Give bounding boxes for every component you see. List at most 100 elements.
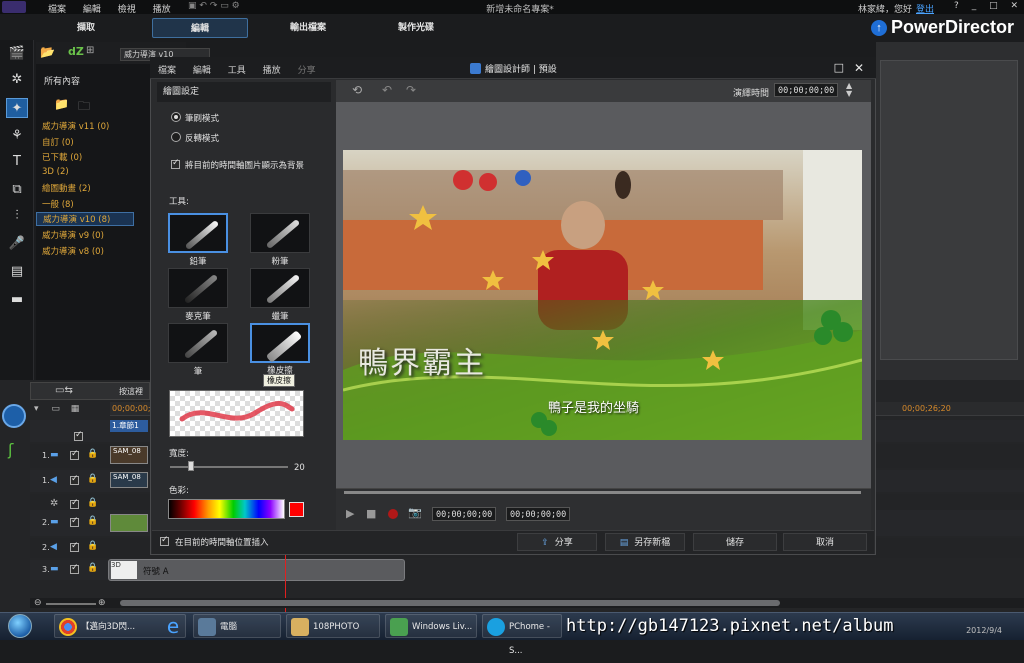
zoom-out-icon[interactable]: ⊖ <box>34 598 42 608</box>
drawing-clip[interactable]: 3D 符號 A <box>108 559 405 581</box>
dialog-menu-play[interactable]: 播放 <box>263 66 281 76</box>
track-settings-icon[interactable]: ▾ <box>34 404 39 414</box>
brush-mode-radio[interactable] <box>171 112 181 122</box>
library-item[interactable]: 威力導演 v11 (0) <box>42 120 109 132</box>
fx-tools-icon[interactable]: ʃ <box>8 440 13 459</box>
dialog-menu-edit[interactable]: 編輯 <box>193 66 211 76</box>
dialog-close-button[interactable]: ✕ <box>854 61 864 75</box>
library-item[interactable]: 已下載 (0) <box>42 151 82 163</box>
ie-icon[interactable]: e <box>158 614 188 638</box>
new-folder-icon[interactable]: 📁 <box>54 97 69 111</box>
library-item[interactable]: 繪圖動畫 (2) <box>42 182 91 194</box>
timeline-scroll-thumb[interactable] <box>120 600 780 606</box>
share-button[interactable]: ⇪ 分享 <box>517 533 597 551</box>
duration-input[interactable]: 00;00;00;00 <box>774 83 839 97</box>
help-button[interactable]: ? <box>954 1 959 11</box>
start-button[interactable] <box>2 612 38 640</box>
video-clip-thumbnail[interactable] <box>110 514 148 532</box>
redo-icon[interactable]: ↷ <box>406 83 416 97</box>
delete-folder-icon[interactable]: 🗀 <box>78 97 90 118</box>
canvas-photo[interactable]: 鴨界霸主 鴨子是我的坐騎 <box>343 150 862 440</box>
chapter-room-icon[interactable]: ▤ <box>6 262 28 282</box>
invert-mode-radio[interactable] <box>171 132 181 142</box>
video-clip[interactable]: SAM_08 <box>110 446 148 464</box>
taskbar-item-computer[interactable]: 電腦 <box>193 614 281 638</box>
close-button[interactable]: ✕ <box>1010 1 1018 11</box>
transition-room-icon[interactable]: ⧉ <box>6 180 28 200</box>
track-enable-checkbox[interactable] <box>74 430 83 441</box>
lock-icon[interactable]: 🔒 <box>87 541 98 551</box>
library-item[interactable]: 威力導演 v9 (0) <box>42 229 104 241</box>
track-enable-checkbox[interactable] <box>70 516 79 527</box>
maximize-button[interactable]: □ <box>989 1 998 11</box>
chapter-marker[interactable]: 1.章節1 <box>110 420 148 432</box>
title-room-icon[interactable]: T <box>6 152 28 172</box>
lock-icon[interactable]: 🔒 <box>87 498 98 508</box>
reset-icon[interactable]: ⟲ <box>352 83 362 97</box>
cancel-button[interactable]: 取消 <box>783 533 867 551</box>
library-item-selected[interactable]: 威力導演 v10 (8) <box>36 212 134 226</box>
dialog-menu-file[interactable]: 檔案 <box>158 66 176 76</box>
logout-link[interactable]: 登出 <box>916 5 934 15</box>
gear-icon[interactable]: ⚙ <box>232 1 240 11</box>
record-icon[interactable] <box>388 509 398 519</box>
audio-clip[interactable]: SAM_08 <box>110 472 148 488</box>
menu-file[interactable]: 檔案 <box>48 5 66 15</box>
lock-icon[interactable]: 🔒 <box>87 563 98 573</box>
grid-view-icon[interactable]: ⊞ <box>86 45 94 56</box>
undo-icon[interactable]: ↶ <box>382 83 392 97</box>
track-enable-checkbox[interactable] <box>70 541 79 552</box>
library-item[interactable]: 一般 (8) <box>42 198 74 210</box>
aspect-icon[interactable]: ▭ <box>220 1 229 11</box>
redo-icon[interactable]: ↷ <box>210 1 218 11</box>
marker-brush[interactable] <box>168 268 228 308</box>
tab-edit[interactable]: 編輯 <box>152 18 248 38</box>
pencil-brush[interactable] <box>168 213 228 253</box>
library-item[interactable]: 自訂 (0) <box>42 136 74 148</box>
download-content-icon[interactable]: dZ <box>68 45 84 58</box>
dialog-menu-share[interactable]: 分享 <box>298 66 316 76</box>
save-icon[interactable]: ▣ <box>188 1 197 11</box>
effect-room-icon[interactable]: ✲ <box>6 70 28 90</box>
lock-icon[interactable]: 🔒 <box>87 474 98 484</box>
minimize-button[interactable]: _ <box>972 1 977 11</box>
track-enable-checkbox[interactable] <box>70 498 79 509</box>
chalk-brush[interactable] <box>250 213 310 253</box>
voice-over-icon[interactable]: 🎤 <box>6 234 28 254</box>
library-item[interactable]: 3D (2) <box>42 167 69 177</box>
storyboard-toggle-icon[interactable]: ▭⇆ <box>55 385 73 396</box>
audio-mixing-icon[interactable]: ⫶ <box>6 206 28 226</box>
undo-icon[interactable]: ↶ <box>199 1 207 11</box>
selected-color-swatch[interactable] <box>289 502 304 517</box>
taskbar-item-skype[interactable]: PChome - S... <box>482 614 562 656</box>
media-room-icon[interactable]: 🎬 <box>6 44 28 64</box>
magic-tools-icon[interactable] <box>2 404 26 428</box>
particle-room-icon[interactable]: ⚘ <box>6 126 28 146</box>
pen-brush[interactable] <box>168 323 228 363</box>
playback-scrubber[interactable] <box>344 491 861 494</box>
show-background-checkbox[interactable] <box>171 158 180 169</box>
duration-stepper[interactable]: ▲ ▼ <box>846 82 852 98</box>
tab-disc[interactable]: 製作光碟 <box>368 18 464 38</box>
dialog-maximize-button[interactable]: □ <box>834 61 844 74</box>
play-icon[interactable]: ▶ <box>346 507 354 520</box>
zoom-slider[interactable] <box>46 603 96 605</box>
menu-view[interactable]: 檢視 <box>118 5 136 15</box>
fit-icon[interactable]: ▭ <box>51 404 60 414</box>
crayon-brush[interactable] <box>250 268 310 308</box>
library-item[interactable]: 威力導演 v8 (0) <box>42 245 104 257</box>
add-track-icon[interactable]: ▦ <box>71 404 80 414</box>
lock-icon[interactable]: 🔒 <box>87 449 98 459</box>
track-enable-checkbox[interactable] <box>70 449 79 460</box>
save-button[interactable]: 儲存 <box>693 533 777 551</box>
snapshot-icon[interactable]: 📷 <box>408 506 422 519</box>
import-folder-icon[interactable]: 📂 <box>40 45 55 59</box>
zoom-in-icon[interactable]: ⊕ <box>98 598 106 608</box>
track-enable-checkbox[interactable] <box>70 563 79 574</box>
track-enable-checkbox[interactable] <box>70 474 79 485</box>
upgrade-arrow-icon[interactable]: ↑ <box>870 20 887 36</box>
menu-play[interactable]: 播放 <box>153 5 171 15</box>
save-as-button[interactable]: ▤ 另存新檔 <box>605 533 685 551</box>
taskbar-item-windows-live[interactable]: Windows Liv... <box>385 614 477 638</box>
taskbar-item-folder[interactable]: 108PHOTO <box>286 614 380 638</box>
